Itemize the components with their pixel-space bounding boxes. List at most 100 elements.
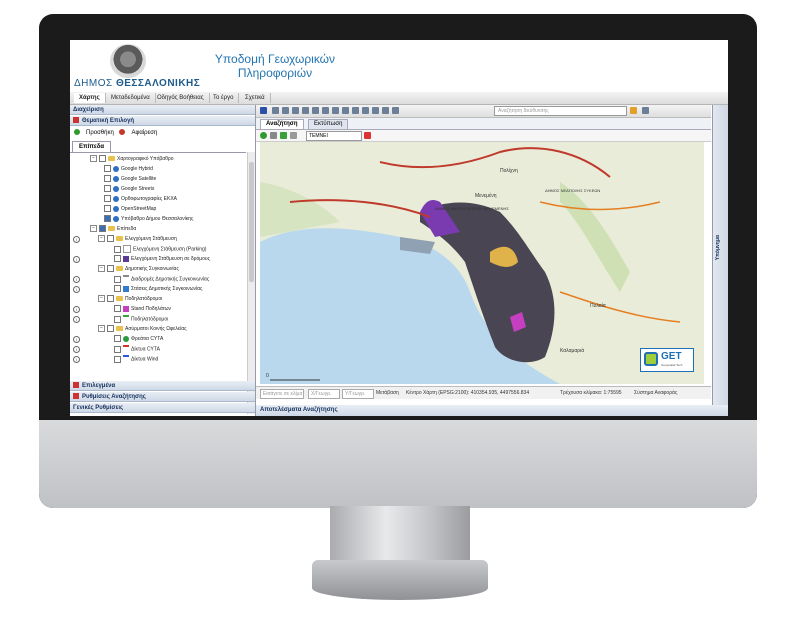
info-icon[interactable]: i xyxy=(73,336,80,343)
layer-checkbox[interactable] xyxy=(114,285,121,293)
collapse-icon[interactable]: − xyxy=(98,325,105,333)
zoom-out-icon[interactable] xyxy=(312,107,319,114)
layer-checkbox[interactable] xyxy=(104,195,111,203)
draw-polygon-icon[interactable] xyxy=(280,132,287,139)
tree-row[interactable]: Στάσεις Δημοτικής Συγκοινωνίας xyxy=(114,285,202,294)
pan-icon[interactable] xyxy=(292,107,299,114)
layer-checkbox[interactable] xyxy=(104,205,111,213)
menu-item-help[interactable]: Οδηγός Βοήθειας xyxy=(152,93,210,103)
menu-item-map[interactable]: Χάρτης xyxy=(74,93,106,103)
layer-checkbox[interactable] xyxy=(107,325,114,333)
language-flag-icon[interactable] xyxy=(260,107,267,114)
tree-row[interactable]: − Ελεγχόμενη Στάθμευση xyxy=(98,235,177,244)
reference-system-selector[interactable]: Σύστημα Αναφοράς xyxy=(634,387,677,399)
layer-checkbox[interactable] xyxy=(114,355,121,363)
layer-tree-scrollbar[interactable] xyxy=(247,152,255,414)
tree-row[interactable]: Google Satellite xyxy=(104,175,156,184)
tree-row[interactable]: Δίκτυα CYTA xyxy=(114,345,160,354)
info-icon[interactable]: i xyxy=(73,236,80,243)
collapse-icon[interactable]: − xyxy=(90,225,97,233)
coordinate-input[interactable]: Εισάγετε σε κλίμα xyxy=(260,389,304,399)
tree-row[interactable]: Φρεάτια CYTA xyxy=(114,335,163,344)
address-search-input[interactable]: Αναζήτηση διεύθυνσης xyxy=(494,106,627,116)
menu-item-project[interactable]: Το έργο xyxy=(208,93,240,103)
tree-row[interactable]: − Δημοτικής Συγκοινωνίας xyxy=(98,265,179,274)
locate-icon[interactable] xyxy=(260,132,267,139)
search-results-panel-header[interactable]: Αποτελέσματα Αναζήτησης xyxy=(256,405,728,416)
add-layer-button[interactable]: Προσθήκη xyxy=(74,129,114,136)
tree-row[interactable]: Υπόβαθρο Δήμου Θεσσαλονίκης xyxy=(104,215,193,224)
tree-row[interactable]: − Χαρτογραφικό Υπόβαθρο xyxy=(90,155,174,164)
zoom-in-icon[interactable] xyxy=(302,107,309,114)
menu-item-about[interactable]: Σχετικά xyxy=(240,93,271,103)
layer-checkbox[interactable] xyxy=(104,165,111,173)
clear-icon[interactable] xyxy=(392,107,399,114)
layer-checkbox[interactable] xyxy=(107,265,114,273)
layer-checkbox[interactable] xyxy=(104,175,111,183)
panel-head-thematic[interactable]: Θεματική Επιλογή xyxy=(70,116,255,126)
layer-checkbox[interactable] xyxy=(107,295,114,303)
tree-row[interactable]: Google Hybrid xyxy=(104,165,153,174)
info-icon[interactable]: i xyxy=(73,346,80,353)
layer-checkbox[interactable] xyxy=(104,215,111,223)
layer-checkbox[interactable] xyxy=(114,335,121,343)
draw-rect-icon[interactable] xyxy=(290,132,297,139)
layer-checkbox[interactable] xyxy=(114,245,121,253)
layer-checkbox[interactable] xyxy=(114,345,121,353)
search-go-icon[interactable] xyxy=(630,107,637,114)
tree-row[interactable]: Ελεγχόμενη Στάθμευση σε δρόμους xyxy=(114,255,210,264)
layer-checkbox[interactable] xyxy=(99,155,106,163)
tree-row[interactable]: Ορθοφωτογραφίες ΕΚΧΑ xyxy=(104,195,177,204)
menu-item-metadata[interactable]: Μεταδεδομένα xyxy=(106,93,156,103)
info-tool-icon[interactable] xyxy=(352,107,359,114)
collapse-icon[interactable]: − xyxy=(98,235,105,243)
draw-line-icon[interactable] xyxy=(270,132,277,139)
layer-checkbox[interactable] xyxy=(107,235,114,243)
layer-select[interactable]: ΤΕΜΝΕΙ xyxy=(306,131,362,141)
tree-row[interactable]: Δίκτυα Wind xyxy=(114,355,158,364)
info-icon[interactable]: i xyxy=(73,316,80,323)
panel-head-general-settings[interactable]: Γενικές Ρυθμίσεις xyxy=(70,403,255,413)
tab-layers[interactable]: Επίπεδα xyxy=(72,141,112,152)
tab-search[interactable]: Αναζήτηση xyxy=(260,119,304,129)
collapse-icon[interactable]: − xyxy=(90,155,97,163)
info-icon[interactable]: i xyxy=(73,276,80,283)
go-to-button[interactable]: Μετάβαση xyxy=(376,387,399,399)
tree-row[interactable]: Ελεγχόμενη Στάθμευση (Parking) xyxy=(114,245,206,254)
select-icon[interactable] xyxy=(362,107,369,114)
layer-checkbox[interactable] xyxy=(114,315,121,323)
map-view[interactable]: Μενεμένη Πολίχνη ΔΗΜΟΣ ΝΕΑΠΟΛΗΣ ΣΥΚΕΩΝ Δ… xyxy=(260,142,704,384)
collapse-icon[interactable]: − xyxy=(98,265,105,273)
tree-row[interactable]: − Επίπεδα xyxy=(90,225,136,234)
tree-row[interactable]: − Ασύρματοι Κοινής Ωφελείας xyxy=(98,325,187,334)
layer-checkbox[interactable] xyxy=(114,275,121,283)
tree-row[interactable]: Stand Ποδηλάτων xyxy=(114,305,171,314)
panel-head-selected[interactable]: Επιλεγμένα xyxy=(70,381,255,391)
x-coordinate-input[interactable]: X/Γεωγρ. xyxy=(308,389,340,399)
info-icon[interactable]: i xyxy=(73,306,80,313)
print-icon[interactable] xyxy=(372,107,379,114)
legend-side-panel[interactable]: Υπόμνημα xyxy=(712,105,728,405)
settings-icon[interactable] xyxy=(642,107,649,114)
map-canvas[interactable]: Μενεμένη Πολίχνη ΔΗΜΟΣ ΝΕΑΠΟΛΗΣ ΣΥΚΕΩΝ Δ… xyxy=(260,142,704,384)
scrollbar-thumb[interactable] xyxy=(249,162,254,282)
info-icon[interactable]: i xyxy=(73,286,80,293)
measure-icon[interactable] xyxy=(332,107,339,114)
layer-checkbox[interactable] xyxy=(99,225,106,233)
info-icon[interactable]: i xyxy=(73,356,80,363)
area-icon[interactable] xyxy=(342,107,349,114)
layer-checkbox[interactable] xyxy=(114,255,121,263)
tab-print[interactable]: Εκτύπωση xyxy=(308,119,349,129)
info-icon[interactable]: i xyxy=(73,256,80,263)
forward-icon[interactable] xyxy=(282,107,289,114)
tree-row[interactable]: Διαδρομές Δημοτικής Συγκοινωνίας xyxy=(114,275,209,284)
export-icon[interactable] xyxy=(382,107,389,114)
panel-head-search-settings[interactable]: Ρυθμίσεις Αναζήτησης xyxy=(70,392,255,402)
y-coordinate-input[interactable]: Y/Γεωγρ. xyxy=(342,389,374,399)
back-icon[interactable] xyxy=(272,107,279,114)
layer-checkbox[interactable] xyxy=(114,305,121,313)
tree-row[interactable]: OpenStreetMap xyxy=(104,205,156,214)
clear-drawing-icon[interactable] xyxy=(364,132,371,139)
tree-row[interactable]: Google Streets xyxy=(104,185,154,194)
remove-layer-button[interactable]: Αφαίρεση xyxy=(119,129,157,136)
